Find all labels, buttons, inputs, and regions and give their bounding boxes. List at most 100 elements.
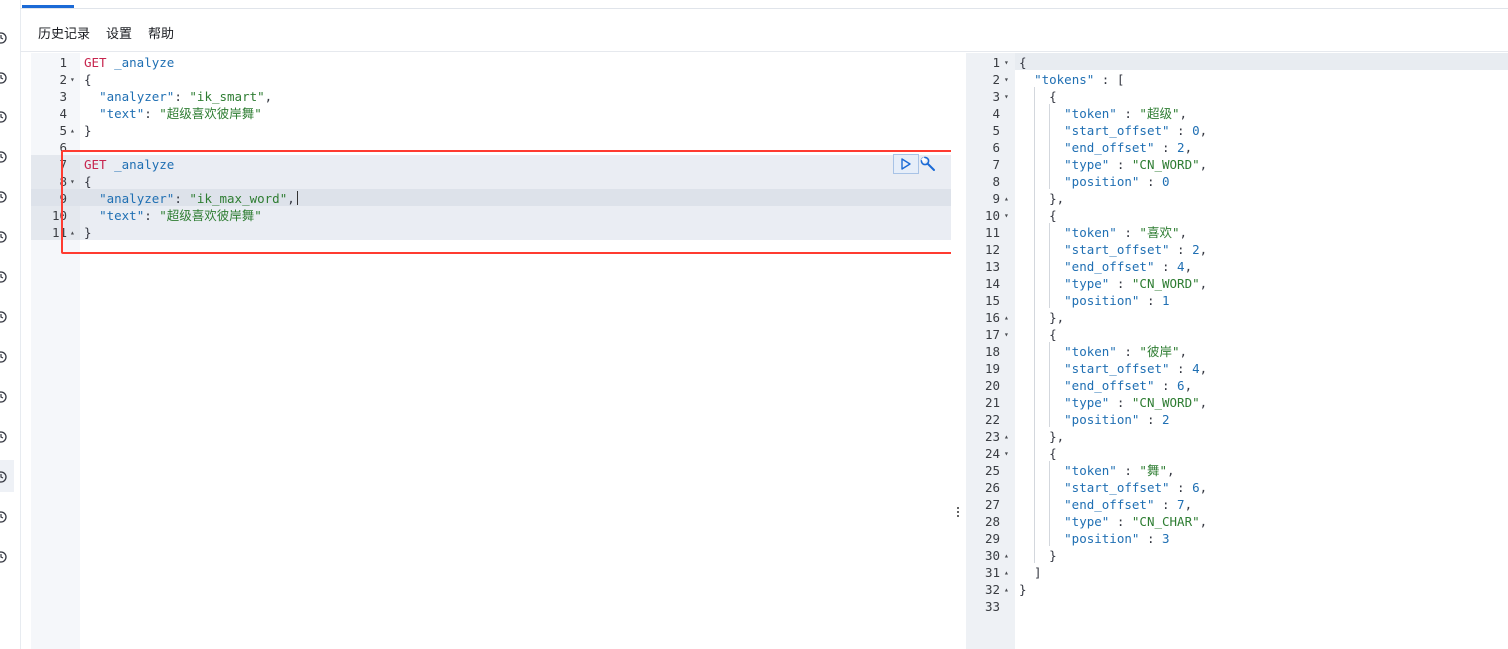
response-line-number: 4	[992, 106, 1000, 121]
response-line-number: 2	[992, 72, 1000, 87]
response-code-line: }	[1019, 548, 1057, 563]
fold-close-icon[interactable]: ▴	[1004, 564, 1009, 581]
fold-open-icon[interactable]: ▾	[1004, 54, 1009, 71]
request-editor[interactable]: 1 GET _analyze 2 ▾ {3 "analyzer": "ik_smart"…	[31, 53, 951, 649]
response-line-number: 25	[984, 463, 1000, 478]
response-line-number: 28	[984, 514, 1000, 529]
response-code-line: {	[1019, 446, 1057, 461]
fold-close-icon[interactable]: ▴	[1004, 547, 1009, 564]
response-line-number: 5	[992, 123, 1000, 138]
fold-close-icon[interactable]: ▴	[1004, 428, 1009, 445]
fold-open-icon[interactable]: ▾	[1004, 326, 1009, 343]
response-code-line: "position" : 1	[1064, 293, 1170, 308]
response-line-number: 14	[984, 276, 1000, 291]
indent-guide	[1049, 223, 1050, 308]
response-code-line: "type" : "CN_WORD",	[1064, 157, 1208, 172]
siem-icon[interactable]	[0, 430, 8, 444]
uptime-icon[interactable]	[0, 390, 8, 404]
fold-open-icon[interactable]: ▾	[1004, 71, 1009, 88]
fold-open-icon[interactable]: ▾	[1004, 88, 1009, 105]
response-code-line: "end_offset" : 6,	[1064, 378, 1193, 393]
response-line-number: 24	[984, 446, 1000, 461]
response-code-line: "token" : "舞",	[1064, 463, 1175, 478]
pane-resizer[interactable]	[951, 53, 966, 649]
response-line-number: 31	[984, 565, 1000, 580]
request-line-number: 1	[59, 55, 67, 70]
menu-divider	[20, 51, 1508, 52]
response-code-line: "end_offset" : 7,	[1064, 497, 1193, 512]
maps-icon[interactable]	[0, 190, 8, 204]
fold-close-icon[interactable]: ▴	[70, 122, 75, 139]
stack-monitoring-icon[interactable]	[0, 510, 8, 524]
menu-history[interactable]: 历史记录	[38, 25, 90, 43]
response-code-line: "type" : "CN_WORD",	[1064, 395, 1208, 410]
response-line-number: 30	[984, 548, 1000, 563]
request-code-line: "text": "超级喜欢彼岸舞"	[99, 106, 262, 121]
indent-guide	[1049, 342, 1050, 427]
response-line-number: 16	[984, 310, 1000, 325]
menu-settings[interactable]: 设置	[106, 25, 132, 43]
response-code-line: "end_offset" : 4,	[1064, 259, 1193, 274]
response-line-number: 19	[984, 361, 1000, 376]
response-line-number: 26	[984, 480, 1000, 495]
response-code-line: },	[1019, 191, 1065, 206]
menu-help[interactable]: 帮助	[148, 25, 174, 43]
fold-open-icon[interactable]: ▾	[70, 71, 75, 88]
discover-icon[interactable]	[0, 71, 8, 85]
request-line-number: 2	[59, 72, 67, 87]
response-code-line: "start_offset" : 6,	[1064, 480, 1208, 495]
response-code-line: "token" : "喜欢",	[1064, 225, 1188, 240]
response-code-line: {	[1019, 89, 1057, 104]
response-code-line: "start_offset" : 0,	[1064, 123, 1208, 138]
fold-open-icon[interactable]: ▾	[1004, 207, 1009, 224]
request-line-number: 4	[59, 106, 67, 121]
response-code-line: "start_offset" : 4,	[1064, 361, 1208, 376]
response-code-line: ]	[1019, 565, 1042, 580]
response-editor: 1 ▾ {2 ▾ "tokens" : [3 ▾ {4 "token" : "超级", 5…	[966, 53, 1508, 649]
highlight-box	[61, 150, 956, 254]
response-code-line: "end_offset" : 2,	[1064, 140, 1193, 155]
management-icon[interactable]	[0, 550, 8, 564]
response-line-number: 29	[984, 531, 1000, 546]
clock-icon[interactable]	[0, 31, 8, 45]
canvas-icon[interactable]	[0, 150, 8, 164]
request-code-line: {	[84, 72, 92, 87]
ml-icon[interactable]	[0, 230, 8, 244]
response-line-number: 27	[984, 497, 1000, 512]
response-line-number: 23	[984, 429, 1000, 444]
response-code-line: "token" : "超级",	[1064, 106, 1188, 121]
console-menu: 历史记录 设置 帮助	[38, 25, 174, 43]
monitoring-icon[interactable]	[0, 310, 8, 324]
request-code-line: "analyzer": "ik_smart",	[99, 89, 273, 104]
indent-guide	[1034, 87, 1035, 563]
response-line-number: 18	[984, 344, 1000, 359]
request-code-line: }	[84, 123, 92, 138]
dashboard-icon[interactable]	[0, 110, 8, 124]
response-code-line: "type" : "CN_WORD",	[1064, 276, 1208, 291]
response-code-line: },	[1019, 310, 1065, 325]
apm-icon[interactable]	[0, 350, 8, 364]
response-code-line: {	[1019, 327, 1057, 342]
response-line-number: 11	[984, 225, 1000, 240]
fold-close-icon[interactable]: ▴	[1004, 309, 1009, 326]
fold-close-icon[interactable]: ▴	[1004, 581, 1009, 598]
request-line-number: 3	[59, 89, 67, 104]
fold-open-icon[interactable]: ▾	[1004, 445, 1009, 462]
response-active-line	[1015, 53, 1508, 70]
resize-handle-icon	[957, 507, 960, 519]
dev-tools-icon[interactable]	[0, 470, 8, 484]
response-code-line: "position" : 3	[1064, 531, 1170, 546]
response-code-line: "position" : 2	[1064, 412, 1170, 427]
response-line-number: 32	[984, 582, 1000, 597]
response-line-number: 17	[984, 327, 1000, 342]
fold-close-icon[interactable]: ▴	[1004, 190, 1009, 207]
indent-guide	[1049, 461, 1050, 546]
response-line-number: 22	[984, 412, 1000, 427]
response-code-line: {	[1019, 55, 1027, 70]
graph-icon[interactable]	[0, 270, 8, 284]
response-line-number: 9	[992, 191, 1000, 206]
response-line-number: 15	[984, 293, 1000, 308]
response-code-line: "position" : 0	[1064, 174, 1170, 189]
response-line-number: 12	[984, 242, 1000, 257]
response-code-line: }	[1019, 582, 1027, 597]
